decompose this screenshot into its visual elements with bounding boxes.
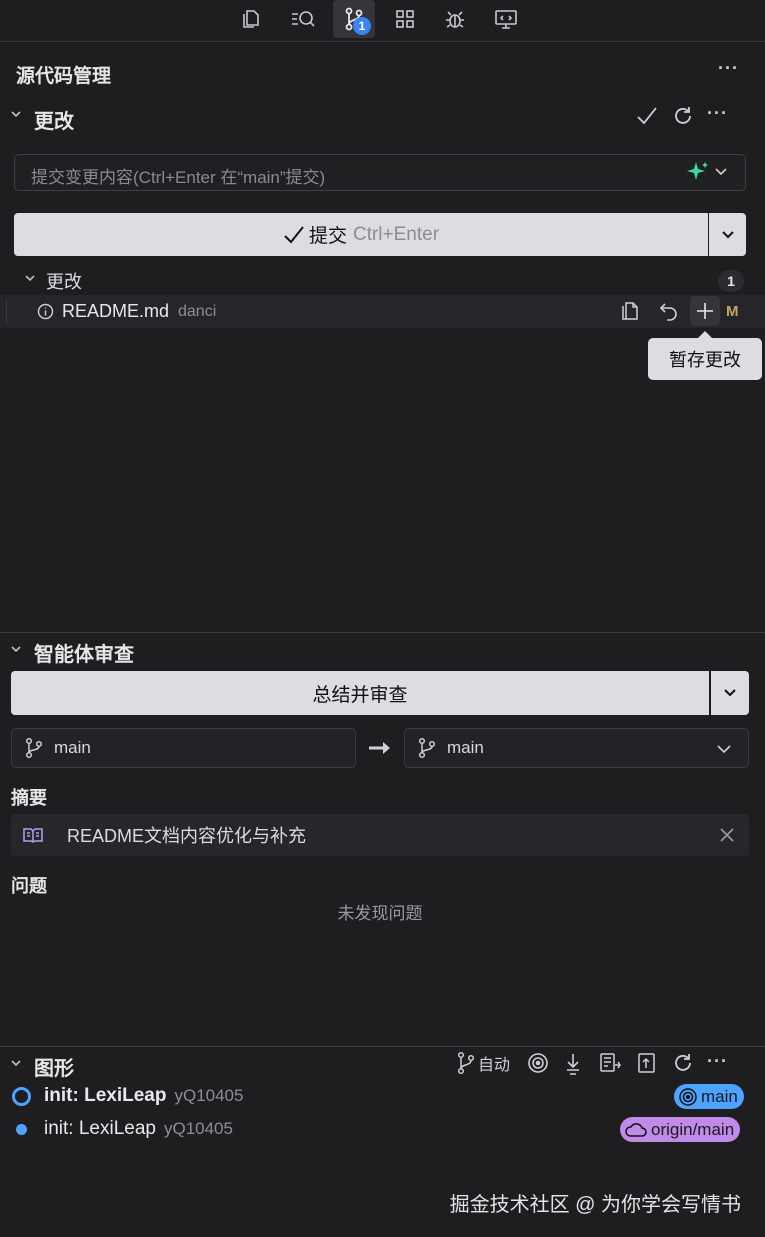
- section-divider: [0, 1046, 765, 1047]
- commit-message: init: LexiLeap: [44, 1118, 156, 1139]
- chevron-down-icon[interactable]: [10, 108, 22, 120]
- commit-node-head: [12, 1087, 31, 1106]
- no-issues-text: 未发现问题: [337, 904, 423, 923]
- extensions-icon[interactable]: [384, 0, 426, 38]
- close-icon[interactable]: [719, 827, 735, 843]
- fetch-icon[interactable]: [563, 1052, 583, 1076]
- commit-message-placeholder: 提交变更内容(Ctrl+Enter 在“main”提交): [31, 168, 326, 187]
- book-icon: [23, 828, 43, 843]
- target-branch-name: main: [447, 738, 484, 757]
- discard-changes-icon[interactable]: [658, 300, 680, 322]
- graph-refresh-icon[interactable]: [672, 1052, 694, 1074]
- review-chevron-icon[interactable]: [10, 643, 22, 655]
- panel-title: 源代码管理: [16, 66, 112, 87]
- more-actions-icon[interactable]: ···: [718, 58, 739, 79]
- commit-check-icon[interactable]: [636, 106, 658, 126]
- branch-icon: [457, 1051, 475, 1075]
- agent-review-title[interactable]: 智能体审查: [34, 638, 134, 667]
- stage-changes-tooltip: 暂存更改: [648, 331, 762, 380]
- commit-message: init: LexiLeap: [44, 1085, 167, 1106]
- explorer-icon[interactable]: [231, 0, 273, 38]
- changes-more-icon[interactable]: ···: [707, 103, 728, 124]
- ref-label: origin/main: [651, 1119, 735, 1139]
- file-status-badge: M: [726, 303, 739, 320]
- activity-bar: 1: [0, 0, 765, 42]
- file-name: README.md: [62, 301, 170, 321]
- commit-button-label: 提交: [308, 226, 347, 247]
- section-divider: [0, 632, 765, 633]
- refresh-icon[interactable]: [672, 105, 694, 127]
- commit-row[interactable]: init: LexiLeap yQ10405: [44, 1085, 243, 1107]
- ai-sparkle-icon[interactable]: [686, 160, 710, 184]
- arrow-right-icon: [368, 740, 392, 756]
- stage-changes-button[interactable]: [690, 296, 720, 326]
- ref-label: main: [701, 1086, 738, 1106]
- graph-chevron-icon[interactable]: [10, 1057, 22, 1069]
- target-icon[interactable]: [527, 1052, 549, 1074]
- graph-more-icon[interactable]: ···: [707, 1051, 728, 1072]
- summary-item[interactable]: README文档内容优化与补充: [11, 814, 749, 856]
- summary-text: README文档内容优化与补充: [67, 826, 307, 846]
- commit-check-button-icon: [284, 225, 304, 243]
- push-icon[interactable]: [636, 1052, 658, 1074]
- remote-icon[interactable]: [485, 0, 527, 38]
- chevron-down-icon: [721, 230, 734, 238]
- chevron-down-icon: [717, 745, 731, 754]
- pull-icon[interactable]: [598, 1052, 622, 1074]
- graph-title[interactable]: 图形: [34, 1052, 74, 1081]
- target-branch-select[interactable]: main: [404, 728, 749, 768]
- source-control-icon[interactable]: 1: [333, 0, 375, 38]
- tree-guide: [6, 299, 7, 324]
- branch-icon: [25, 737, 43, 759]
- branch-icon: [418, 737, 436, 759]
- changes-count-badge: 1: [718, 270, 744, 292]
- search-icon[interactable]: [282, 0, 324, 38]
- summarize-review-button[interactable]: 总结并审查: [11, 671, 709, 715]
- commit-message-input[interactable]: 提交变更内容(Ctrl+Enter 在“main”提交): [14, 154, 746, 191]
- issues-label: 问题: [11, 876, 47, 896]
- chevron-down-icon: [724, 689, 736, 697]
- commit-dropdown-button[interactable]: [709, 213, 746, 256]
- group-chevron-icon[interactable]: [24, 272, 36, 284]
- commit-row[interactable]: init: LexiLeap yQ10405: [44, 1118, 233, 1140]
- ref-badge-main: main: [674, 1084, 744, 1109]
- changes-group-label[interactable]: 更改: [46, 268, 82, 294]
- ref-badge-origin-main: origin/main: [620, 1117, 741, 1142]
- info-icon: [37, 303, 54, 320]
- commit-node: [16, 1124, 27, 1135]
- cloud-icon: [625, 1122, 647, 1137]
- target-icon: [679, 1087, 697, 1106]
- file-dir: danci: [178, 303, 217, 320]
- file-row[interactable]: README.md danci M: [0, 295, 765, 328]
- source-control-badge: 1: [353, 17, 371, 35]
- source-branch-name: main: [54, 738, 91, 757]
- auto-label: 自动: [478, 1057, 511, 1074]
- review-dropdown-button[interactable]: [711, 671, 749, 715]
- commit-button[interactable]: 提交 Ctrl+Enter: [14, 213, 708, 256]
- commit-author: yQ10405: [174, 1086, 244, 1105]
- summary-label: 摘要: [11, 788, 47, 808]
- commit-button-shortcut: Ctrl+Enter: [352, 223, 440, 245]
- source-branch-select[interactable]: main: [11, 728, 356, 768]
- changes-section-title[interactable]: 更改: [34, 105, 74, 134]
- watermark-text: 掘金技术社区 @ 为你学会写情书: [449, 1194, 741, 1216]
- debug-icon[interactable]: [434, 0, 476, 38]
- plus-icon: [697, 303, 713, 319]
- open-file-icon[interactable]: [620, 300, 642, 322]
- auto-branch-button[interactable]: 自动: [456, 1051, 510, 1075]
- input-chevron-down-icon[interactable]: [714, 166, 728, 178]
- commit-author: yQ10405: [163, 1119, 233, 1138]
